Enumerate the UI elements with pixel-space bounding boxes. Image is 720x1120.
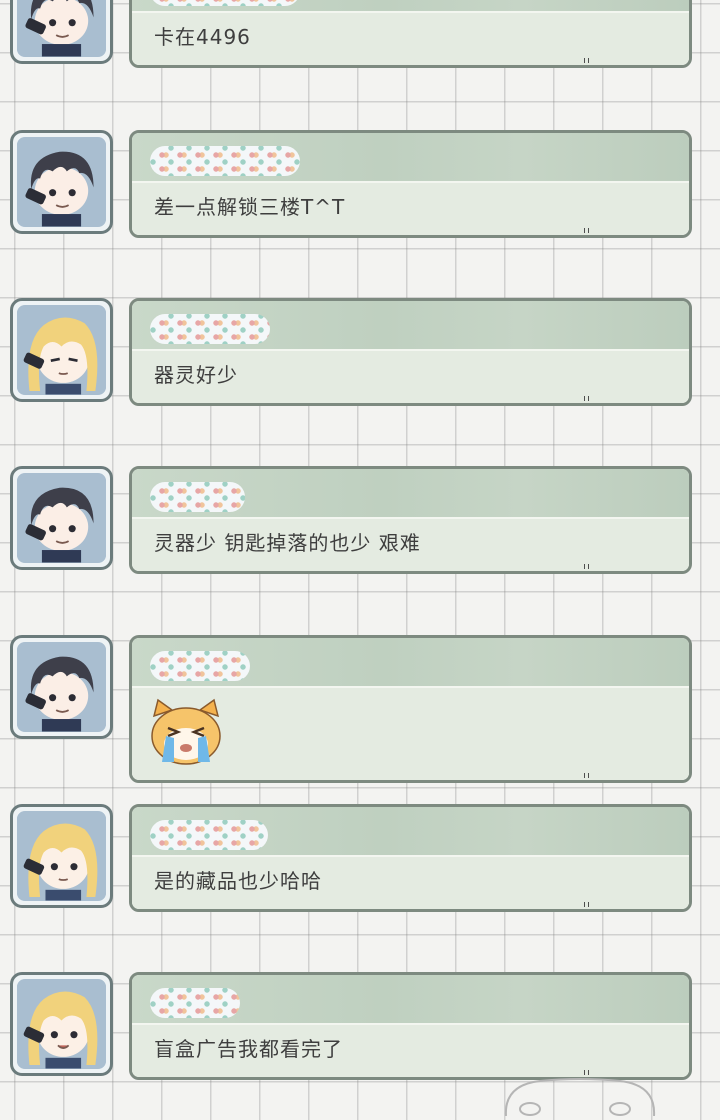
name-sticker: [150, 482, 245, 512]
cat-doodle-icon: [500, 1075, 660, 1117]
tick-mark-icon: [584, 564, 589, 569]
bubble-header: [132, 301, 689, 351]
bubble-header: [132, 975, 689, 1025]
tick-mark-icon: [584, 58, 589, 63]
boy-avatar-icon: [17, 0, 106, 57]
tick-mark-icon: [584, 773, 589, 778]
message-text: 灵器少 钥匙掉落的也少 艰难: [154, 531, 421, 555]
bubble-body: 卡在4496: [132, 13, 689, 65]
tick-mark-icon: [584, 228, 589, 233]
avatar[interactable]: [10, 635, 113, 739]
message-bubble: 卡在4496: [129, 0, 692, 68]
name-sticker: [150, 0, 300, 6]
avatar[interactable]: [10, 466, 113, 570]
message-text: 卡在4496: [154, 25, 251, 49]
message-text: 器灵好少: [154, 363, 238, 387]
bubble-header: [132, 638, 689, 688]
girl-avatar-icon: [17, 979, 106, 1069]
message-bubble: 是的藏品也少哈哈: [129, 804, 692, 912]
girl-avatar-icon: [17, 305, 106, 395]
avatar[interactable]: [10, 972, 113, 1076]
crying-cat-sticker-icon[interactable]: [146, 698, 226, 766]
bubble-body: 灵器少 钥匙掉落的也少 艰难: [132, 519, 689, 571]
bubble-body: [132, 688, 689, 780]
bubble-header: [132, 0, 689, 13]
name-sticker: [150, 820, 268, 850]
bubble-body: 是的藏品也少哈哈: [132, 857, 689, 909]
tick-mark-icon: [584, 396, 589, 401]
message-text: 差一点解锁三楼T^T: [154, 195, 346, 219]
bubble-header: [132, 469, 689, 519]
boy-avatar-icon: [17, 473, 106, 563]
name-sticker: [150, 314, 270, 344]
avatar[interactable]: [10, 130, 113, 234]
message-bubble: 盲盒广告我都看完了: [129, 972, 692, 1080]
avatar[interactable]: [10, 298, 113, 402]
bubble-header: [132, 807, 689, 857]
name-sticker: [150, 651, 250, 681]
avatar[interactable]: [10, 804, 113, 908]
bubble-header: [132, 133, 689, 183]
boy-avatar-icon: [17, 137, 106, 227]
bubble-body: 盲盒广告我都看完了: [132, 1025, 689, 1077]
name-sticker: [150, 988, 240, 1018]
name-sticker: [150, 146, 300, 176]
girl-avatar-icon: [17, 811, 106, 901]
message-text: 盲盒广告我都看完了: [154, 1037, 343, 1061]
message-text: 是的藏品也少哈哈: [154, 869, 322, 893]
avatar[interactable]: [10, 0, 113, 64]
bubble-body: 器灵好少: [132, 351, 689, 403]
chat-thread: 卡在4496 差一点解锁三楼T^T 器灵好少 灵器少 钥匙掉落的也少 艰难 是的…: [0, 0, 720, 1117]
message-bubble: 器灵好少: [129, 298, 692, 406]
bubble-body: 差一点解锁三楼T^T: [132, 183, 689, 235]
message-bubble: 差一点解锁三楼T^T: [129, 130, 692, 238]
boy-avatar-icon: [17, 642, 106, 732]
message-bubble: 灵器少 钥匙掉落的也少 艰难: [129, 466, 692, 574]
tick-mark-icon: [584, 902, 589, 907]
message-bubble: [129, 635, 692, 783]
